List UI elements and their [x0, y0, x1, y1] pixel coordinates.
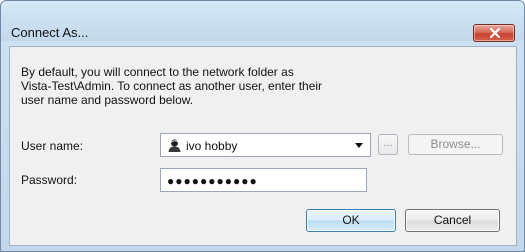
dialog-title: Connect As... — [11, 25, 89, 40]
password-mask: ●●●●●●●●●●● — [167, 174, 258, 188]
user-icon — [168, 139, 181, 152]
connect-as-dialog: Connect As... By default, you will conne… — [0, 0, 525, 252]
username-label: User name: — [21, 139, 84, 153]
user-picker-button[interactable]: ... — [378, 134, 398, 155]
password-label: Password: — [21, 173, 78, 187]
close-button[interactable] — [473, 24, 515, 42]
chevron-down-icon[interactable] — [355, 143, 363, 148]
username-combo[interactable]: ivo hobby — [160, 133, 371, 157]
password-field[interactable]: ●●●●●●●●●●● — [160, 168, 367, 192]
close-icon — [489, 27, 501, 39]
title-bar: Connect As... — [1, 1, 524, 42]
ok-button[interactable]: OK — [306, 209, 396, 232]
connection-description: By default, you will connect to the netw… — [21, 65, 323, 107]
browse-button[interactable]: Browse... — [408, 134, 503, 155]
cancel-button[interactable]: Cancel — [405, 209, 500, 232]
username-value: ivo hobby — [186, 139, 238, 153]
